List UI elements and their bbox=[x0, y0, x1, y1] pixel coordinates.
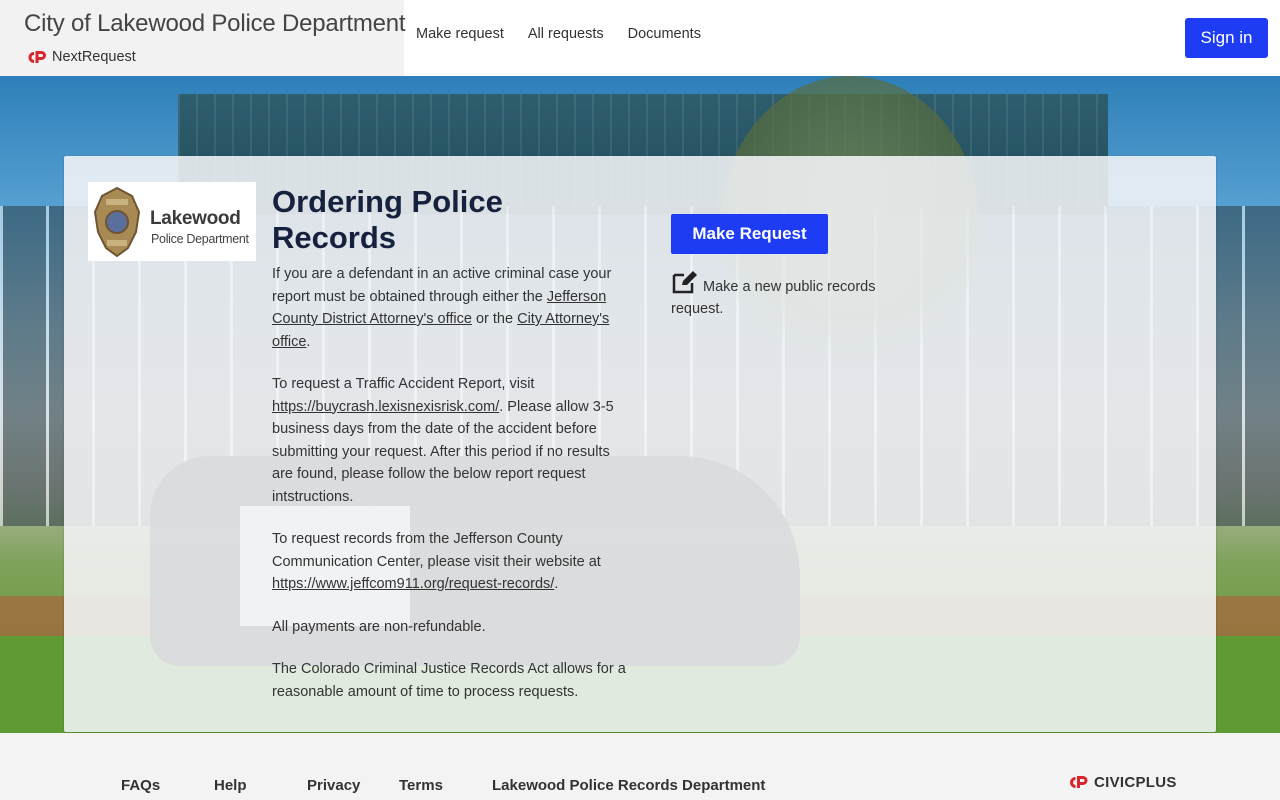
footer-terms-link[interactable]: Terms bbox=[399, 777, 443, 794]
top-header: City of Lakewood Police Department NextR… bbox=[0, 0, 1280, 76]
jeffcom-paragraph: To request records from the Jefferson Co… bbox=[272, 528, 628, 596]
sign-in-button[interactable]: Sign in bbox=[1185, 18, 1268, 58]
footer: FAQs Help Privacy Terms Lakewood Police … bbox=[0, 733, 1280, 800]
defendant-paragraph: If you are a defendant in an active crim… bbox=[272, 263, 628, 353]
card-content: Ordering Police Records If you are a def… bbox=[272, 184, 628, 723]
civicplus-logo-icon bbox=[1070, 776, 1088, 788]
nav-all-requests[interactable]: All requests bbox=[528, 26, 604, 42]
logo-subtitle: Police Department bbox=[151, 232, 249, 246]
site-title[interactable]: City of Lakewood Police Department bbox=[24, 10, 406, 38]
nextrequest-logo-icon bbox=[28, 50, 46, 63]
paragraph-text: To request a Traffic Accident Report, vi… bbox=[272, 376, 535, 392]
nav-make-request[interactable]: Make request bbox=[416, 26, 504, 42]
brand-box: City of Lakewood Police Department NextR… bbox=[0, 0, 406, 76]
department-logo: Lakewood Police Department bbox=[88, 182, 256, 261]
nextrequest-brand[interactable]: NextRequest bbox=[26, 49, 136, 65]
make-request-description: Make a new public records request. bbox=[671, 270, 901, 320]
police-badge-icon bbox=[93, 186, 141, 258]
cjra-paragraph: The Colorado Criminal Justice Records Ac… bbox=[272, 661, 626, 700]
civicplus-wordmark: CIVICPLUS bbox=[1094, 774, 1177, 791]
paragraph-text: To request records from the Jefferson Co… bbox=[272, 531, 601, 570]
make-request-desc-text: Make a new public records request. bbox=[671, 279, 876, 317]
main-nav: Make request All requests Documents bbox=[416, 26, 725, 42]
paragraph-text: . bbox=[554, 576, 559, 592]
traffic-report-paragraph: To request a Traffic Accident Report, vi… bbox=[272, 373, 628, 508]
footer-help-link[interactable]: Help bbox=[214, 777, 247, 794]
footer-department-link[interactable]: Lakewood Police Records Department bbox=[492, 777, 765, 794]
paragraph-text: . bbox=[306, 333, 311, 350]
logo-name: Lakewood bbox=[150, 208, 241, 229]
civicplus-brand[interactable]: CIVICPLUS bbox=[1067, 774, 1177, 791]
paragraph-text: or the bbox=[471, 311, 518, 327]
footer-faqs-link[interactable]: FAQs bbox=[121, 777, 160, 794]
jeffcom-link[interactable]: https://www.jeffcom911.org/request-recor… bbox=[272, 576, 554, 592]
edit-pencil-icon bbox=[672, 271, 697, 294]
info-card: Lakewood Police Department Ordering Poli… bbox=[64, 156, 1216, 732]
make-request-button[interactable]: Make Request bbox=[671, 214, 828, 254]
platform-name: NextRequest bbox=[52, 49, 136, 65]
nav-documents[interactable]: Documents bbox=[628, 26, 701, 42]
buycrash-link[interactable]: https://buycrash.lexisnexisrisk.com/ bbox=[272, 399, 499, 415]
footer-privacy-link[interactable]: Privacy bbox=[307, 777, 360, 794]
page-title: Ordering Police Records bbox=[272, 184, 503, 255]
payments-paragraph: All payments are non-refundable. bbox=[272, 618, 486, 635]
